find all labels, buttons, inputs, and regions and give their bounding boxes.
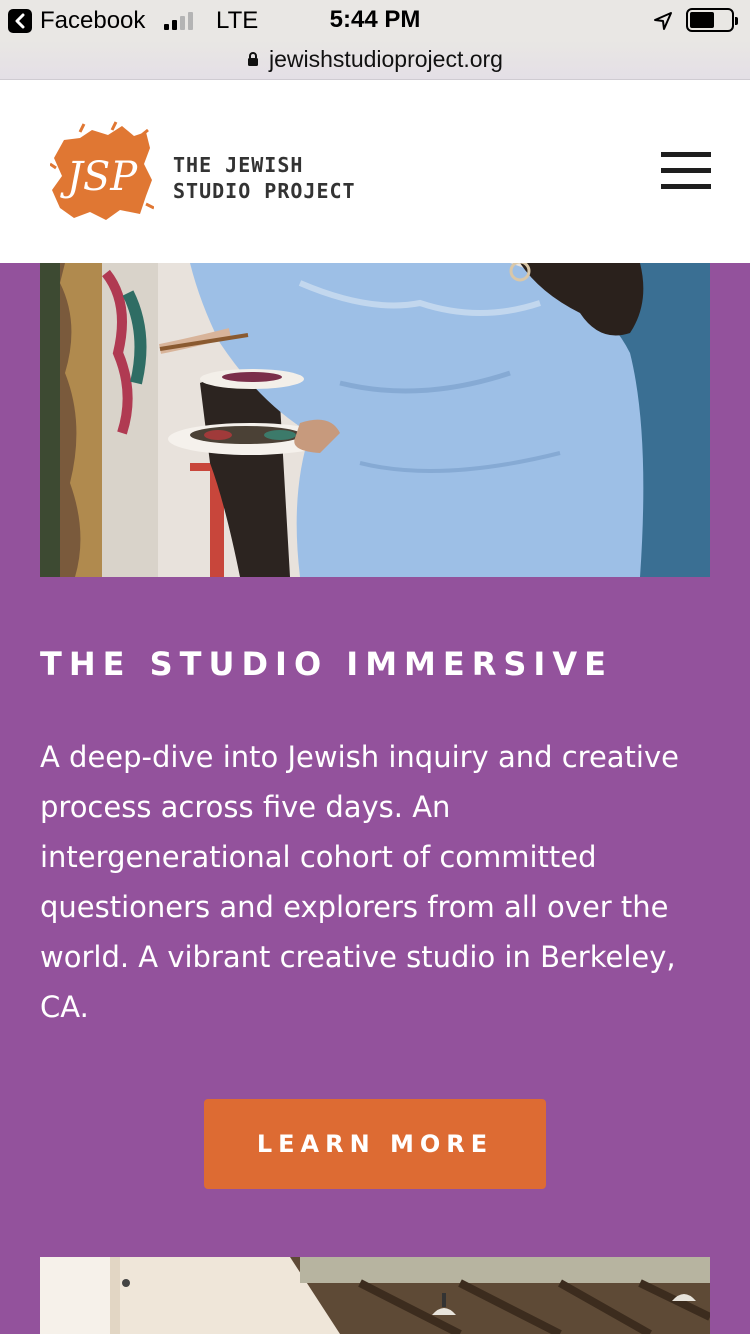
- lock-icon: [247, 46, 259, 73]
- section-title: THE STUDIO IMMERSIVE: [40, 645, 613, 683]
- jsp-logo[interactable]: JSP: [49, 118, 155, 228]
- hamburger-menu-icon[interactable]: [661, 152, 711, 189]
- learn-more-button[interactable]: LEARN MORE: [204, 1099, 546, 1189]
- svg-text:JSP: JSP: [60, 154, 138, 200]
- logo-wordmark[interactable]: THE JEWISH STUDIO PROJECT: [173, 152, 356, 204]
- status-time: 5:44 PM: [329, 6, 421, 33]
- section-description: A deep-dive into Jewish inquiry and crea…: [40, 740, 679, 1024]
- battery-icon: [686, 8, 738, 32]
- studio-painting-photo: [40, 263, 710, 577]
- url-text: jewishstudioproject.org: [269, 46, 503, 72]
- battery-fill: [690, 12, 714, 28]
- studio-interior-photo: [40, 1257, 710, 1334]
- logo-line-1: THE JEWISH: [173, 153, 304, 177]
- location-arrow-icon: [653, 10, 673, 38]
- browser-url-bar[interactable]: jewishstudioproject.org: [0, 40, 750, 80]
- site-header: JSP THE JEWISH STUDIO PROJECT: [0, 80, 750, 263]
- logo-line-2: STUDIO PROJECT: [173, 179, 356, 203]
- ios-status-bar: Facebook LTE 5:44 PM: [0, 0, 750, 40]
